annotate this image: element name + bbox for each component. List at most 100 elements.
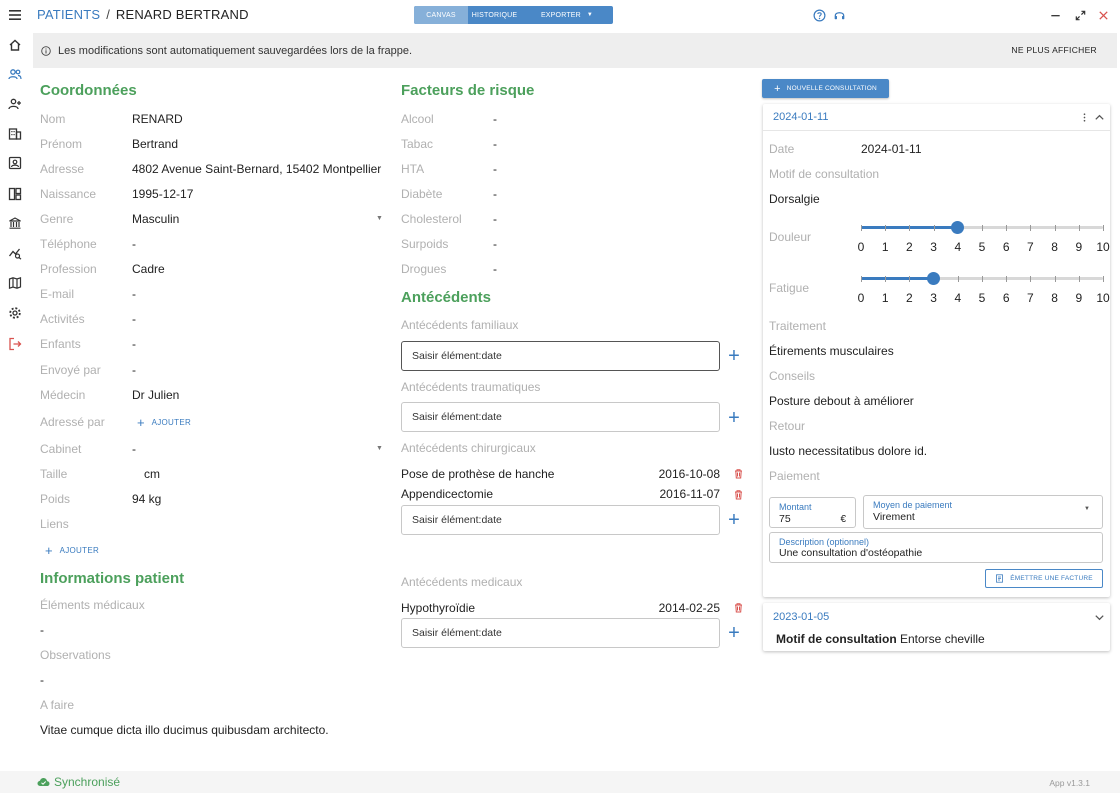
prenom-value[interactable]: Bertrand: [132, 137, 178, 151]
chevron-down-icon[interactable]: [1092, 610, 1106, 624]
cholesterol-value[interactable]: -: [493, 212, 497, 226]
home-icon[interactable]: [7, 37, 23, 53]
antecedents-traumatiques-input[interactable]: Saisir élément:date: [401, 402, 720, 432]
cabinet-select[interactable]: -: [132, 442, 136, 456]
dismiss-banner-button[interactable]: NE PLUS AFFICHER: [1011, 45, 1097, 55]
medecin-value[interactable]: Dr Julien: [132, 388, 179, 402]
douleur-tick-label: 6: [1002, 240, 1010, 254]
genre-caret-icon[interactable]: ▼: [376, 215, 383, 222]
close-icon[interactable]: [1096, 8, 1110, 22]
conseils-value[interactable]: Posture debout à améliorer: [769, 394, 914, 408]
motif-value[interactable]: Dorsalgie: [769, 192, 820, 206]
fatigue-slider-thumb[interactable]: [927, 272, 941, 285]
fatigue-slider-fill: [861, 277, 934, 280]
antecedents-chirurgicaux-input[interactable]: Saisir élément:date: [401, 505, 720, 535]
new-consultation-label: NOUVELLE CONSULTATION: [786, 85, 877, 92]
antecedents-familiaux-input[interactable]: Saisir élément:date: [401, 341, 720, 371]
delete-icon[interactable]: [733, 468, 744, 479]
diabete-value[interactable]: -: [493, 187, 497, 201]
adresse-par-label: Adressé par: [40, 415, 105, 429]
traitement-value[interactable]: Étirements musculaires: [769, 344, 894, 358]
caret-down-icon: ▼: [1084, 506, 1090, 512]
observations-label: Observations: [40, 648, 111, 662]
contact-card-icon[interactable]: [7, 155, 23, 171]
add-traumatique-button[interactable]: +: [726, 408, 742, 428]
more-vertical-icon[interactable]: [1077, 110, 1091, 124]
fatigue-tick-label: 2: [906, 291, 913, 305]
nom-value[interactable]: RENARD: [132, 112, 183, 126]
help-icon[interactable]: [812, 8, 826, 22]
taille-value[interactable]: cm: [144, 467, 160, 481]
profession-value[interactable]: Cadre: [132, 262, 165, 276]
facteurs-title: Facteurs de risque: [401, 82, 535, 99]
breadcrumb-patients-link[interactable]: PATIENTS: [37, 7, 100, 22]
app-version: App v1.3.1: [1049, 778, 1090, 788]
tab-exporter[interactable]: EXPORTER ▼: [521, 6, 613, 24]
logout-icon[interactable]: [7, 336, 23, 352]
enfants-value[interactable]: -: [132, 337, 136, 351]
fatigue-slider-tick: [982, 275, 983, 282]
emettre-facture-button[interactable]: ÉMETTRE UNE FACTURE: [985, 569, 1103, 588]
consultation-card-previous[interactable]: 2023-01-05 Motif de consultation Entorse…: [763, 603, 1110, 651]
breadcrumb-separator: /: [106, 7, 110, 22]
add-familial-button[interactable]: +: [726, 346, 742, 366]
retour-value[interactable]: Iusto necessitatibus dolore id.: [769, 444, 927, 458]
montant-field[interactable]: Montant 75 €: [769, 497, 856, 528]
consult-date-value[interactable]: 2024-01-11: [861, 142, 922, 156]
add-lien-button[interactable]: + AJOUTER: [45, 543, 99, 558]
douleur-label: Douleur: [769, 230, 812, 244]
genre-label: Genre: [40, 212, 74, 226]
douleur-tick-label: 1: [881, 240, 889, 254]
poids-value[interactable]: 94 kg: [132, 492, 161, 506]
add-medical-button[interactable]: +: [726, 623, 742, 643]
users-icon[interactable]: [7, 66, 23, 82]
adresse-value[interactable]: 4802 Avenue Saint-Bernard, 15402 Montpel…: [132, 162, 381, 176]
building-icon[interactable]: [7, 126, 23, 142]
cabinet-caret-icon[interactable]: ▼: [376, 445, 383, 452]
map-icon[interactable]: [7, 275, 23, 291]
douleur-slider-tick: [909, 224, 911, 231]
naissance-value[interactable]: 1995-12-17: [132, 187, 193, 201]
settings-icon[interactable]: [7, 305, 23, 321]
add-user-icon[interactable]: [7, 96, 23, 112]
consultation-date-header[interactable]: 2024-01-11: [773, 111, 828, 123]
top-bar: PATIENTS / RENARD BERTRAND CANVAS HISTORIQ…: [30, 0, 1120, 30]
envoye-par-value[interactable]: -: [132, 363, 136, 377]
activites-value[interactable]: -: [132, 312, 136, 326]
montant-label: Montant: [779, 502, 812, 512]
caret-down-icon: ▼: [586, 12, 594, 18]
previous-consultation-date[interactable]: 2023-01-05: [773, 611, 829, 623]
chevron-up-icon[interactable]: [1092, 110, 1106, 124]
add-chirurgical-button[interactable]: +: [726, 510, 742, 530]
new-consultation-button[interactable]: + NOUVELLE CONSULTATION: [762, 79, 889, 98]
tab-historique[interactable]: HISTORIQUE: [468, 6, 521, 24]
moyen-paiement-select[interactable]: Moyen de paiement Virement ▼: [863, 495, 1103, 529]
observations-value[interactable]: -: [40, 673, 44, 687]
tabac-value[interactable]: -: [493, 137, 497, 151]
a-faire-value[interactable]: Vitae cumque dicta illo ducimus quibusda…: [40, 723, 329, 737]
genre-select[interactable]: Masculin: [132, 212, 179, 226]
description-field[interactable]: Description (optionnel) Une consultation…: [769, 532, 1103, 563]
drogues-value[interactable]: -: [493, 262, 497, 276]
antecedents-medicaux-input[interactable]: Saisir élément:date: [401, 618, 720, 648]
delete-icon[interactable]: [733, 489, 744, 500]
analytics-icon[interactable]: [7, 245, 23, 261]
minimize-icon[interactable]: [1048, 8, 1062, 22]
hta-value[interactable]: -: [493, 162, 497, 176]
elements-medicaux-value[interactable]: -: [40, 623, 44, 637]
delete-icon[interactable]: [733, 602, 744, 613]
dashboard-icon[interactable]: [7, 186, 23, 202]
support-icon[interactable]: [832, 8, 846, 22]
surpoids-value[interactable]: -: [493, 237, 497, 251]
bank-icon[interactable]: [7, 215, 23, 231]
email-value[interactable]: -: [132, 287, 136, 301]
tab-canvas[interactable]: CANVAS: [414, 6, 468, 24]
add-adresse-par-button[interactable]: + AJOUTER: [137, 415, 191, 430]
alcool-value[interactable]: -: [493, 112, 497, 126]
taille-label: Taille: [40, 467, 68, 481]
sync-status: Synchronisé: [37, 775, 120, 789]
maximize-icon[interactable]: [1073, 8, 1087, 22]
menu-icon[interactable]: [7, 7, 23, 23]
plus-icon: +: [137, 415, 145, 430]
telephone-value[interactable]: -: [132, 237, 136, 251]
